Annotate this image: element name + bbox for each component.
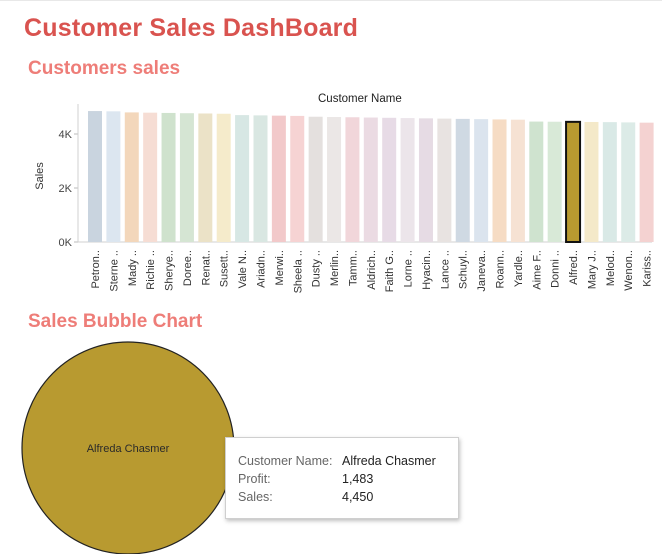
tooltip-label: Customer Name: <box>238 454 333 468</box>
bar[interactable] <box>124 112 139 243</box>
x-tick-label: Mary J.. <box>586 250 598 289</box>
x-tick-label: Roann.. <box>495 250 507 289</box>
x-tick-label: Aldrich.. <box>366 250 378 290</box>
bar[interactable] <box>602 122 617 242</box>
x-tick-label: Faith G.. <box>384 250 396 292</box>
bar[interactable] <box>382 117 397 242</box>
bar[interactable] <box>308 116 323 242</box>
bar[interactable] <box>418 118 433 242</box>
bar[interactable] <box>271 115 286 242</box>
bar[interactable] <box>547 121 562 242</box>
tooltip-value: 1,483 <box>342 472 374 486</box>
bar-highlighted[interactable] <box>565 120 582 243</box>
x-tick-label: Susett.. <box>219 250 231 287</box>
bar[interactable] <box>161 112 176 242</box>
bar[interactable] <box>345 117 360 242</box>
x-tick-label: Wenon.. <box>623 250 635 291</box>
bar[interactable] <box>529 121 544 242</box>
x-tick-label: Sherye.. <box>164 250 176 291</box>
x-tick-label: Dusty .. <box>311 250 323 287</box>
bar[interactable] <box>179 113 194 243</box>
x-tick-label: Schuyl.. <box>458 250 470 289</box>
y-tick-label: 2K <box>59 183 73 195</box>
bar[interactable] <box>510 119 525 242</box>
x-tick-label: Kariss.. <box>642 250 654 287</box>
x-tick-label: Aime F.. <box>531 250 543 290</box>
bar[interactable] <box>639 122 654 242</box>
bar[interactable] <box>143 112 158 242</box>
bar[interactable] <box>621 122 636 242</box>
x-tick-label: Tamm.. <box>347 250 359 286</box>
x-tick-label: Ariadn.. <box>255 250 267 288</box>
y-axis-label: Sales <box>34 162 46 190</box>
tooltip-value: Alfreda Chasmer <box>342 454 436 468</box>
bar[interactable] <box>363 117 378 242</box>
x-tick-label: Richie .. <box>145 250 157 290</box>
bar[interactable] <box>437 118 452 242</box>
x-tick-label: Donni .. <box>550 250 562 288</box>
bar[interactable] <box>88 111 102 242</box>
bar[interactable] <box>253 115 268 242</box>
bar[interactable] <box>106 111 121 242</box>
x-tick-label: Renat.. <box>200 250 212 285</box>
x-tick-label: Mady .. <box>127 250 139 286</box>
x-tick-label: Merlin.. <box>329 250 341 286</box>
x-tick-label: Vale N.. <box>237 250 249 288</box>
y-tick-label: 4K <box>59 129 73 141</box>
y-tick-label: 0K <box>59 237 73 249</box>
bar[interactable] <box>584 121 599 242</box>
x-tick-label: Lance .. <box>439 250 451 289</box>
tooltip-label: Sales: <box>238 490 273 504</box>
x-tick-label: Lorne .. <box>403 250 415 287</box>
x-tick-label: Sheela .. <box>292 250 304 293</box>
bar[interactable] <box>455 118 470 242</box>
x-tick-label: Sterne .. <box>108 250 120 292</box>
bar[interactable] <box>216 113 231 242</box>
bar[interactable] <box>290 115 305 242</box>
bar[interactable] <box>492 119 507 242</box>
x-tick-label: Alfred.. <box>568 250 580 285</box>
bar[interactable] <box>235 115 250 242</box>
bubble-label: Alfreda Chasmer <box>87 443 170 455</box>
tooltip-label: Profit: <box>238 472 271 486</box>
tooltip: Customer Name: Alfreda Chasmer Profit: 1… <box>225 437 459 519</box>
x-tick-label: Hyacin.. <box>421 250 433 290</box>
x-tick-label: Doree.. <box>182 250 194 286</box>
x-tick-label: Melod.. <box>605 250 617 286</box>
bar[interactable] <box>198 113 213 242</box>
bar[interactable] <box>327 116 342 242</box>
x-tick-label: Yardle.. <box>513 250 525 287</box>
x-tick-label: Petron.. <box>90 250 102 289</box>
x-tick-label: Merwi.. <box>274 250 286 285</box>
bar[interactable] <box>474 119 489 242</box>
bar[interactable] <box>400 118 415 242</box>
x-tick-label: Janeva.. <box>476 250 488 292</box>
tooltip-value: 4,450 <box>342 490 374 504</box>
